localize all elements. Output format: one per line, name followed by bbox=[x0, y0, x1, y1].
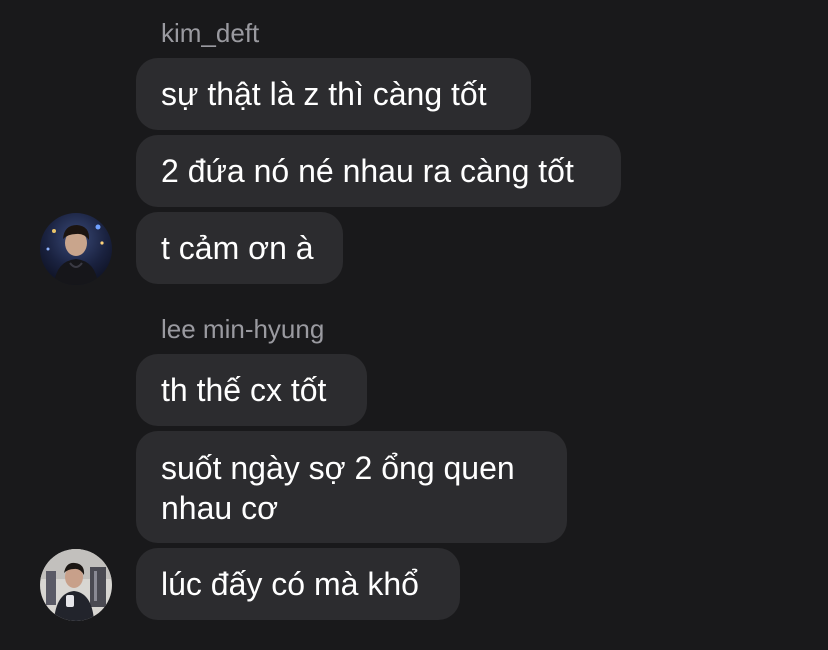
message-bubble[interactable]: sự thật là z thì càng tốt bbox=[136, 58, 531, 130]
message-bubble[interactable]: lúc đấy có mà khổ bbox=[136, 548, 460, 620]
message-text: 2 đứa nó né nhau ra càng tốt bbox=[161, 153, 574, 189]
message-text: lúc đấy có mà khổ bbox=[161, 566, 419, 602]
message-text: sự thật là z thì càng tốt bbox=[161, 76, 487, 112]
avatar[interactable] bbox=[40, 213, 112, 285]
avatar[interactable] bbox=[40, 549, 112, 621]
message-bubble[interactable]: t cảm ơn à bbox=[136, 212, 343, 284]
message-text: suốt ngày sợ 2 ổng quen nhau cơ bbox=[161, 450, 515, 526]
chat-thread: kim_deft sự thật là z thì càng tốt 2 đứa… bbox=[0, 0, 828, 650]
sender-name: kim_deft bbox=[161, 18, 260, 48]
sender-name: lee min-hyung bbox=[161, 314, 325, 344]
message-bubble[interactable]: suốt ngày sợ 2 ổng quen nhau cơ bbox=[136, 431, 567, 543]
message-bubble[interactable]: th thế cx tốt bbox=[136, 354, 367, 426]
message-text: th thế cx tốt bbox=[161, 372, 327, 408]
message-text: t cảm ơn à bbox=[161, 230, 314, 266]
message-bubble[interactable]: 2 đứa nó né nhau ra càng tốt bbox=[136, 135, 621, 207]
user-avatar-photo bbox=[40, 549, 112, 621]
user-avatar-photo bbox=[40, 213, 112, 285]
